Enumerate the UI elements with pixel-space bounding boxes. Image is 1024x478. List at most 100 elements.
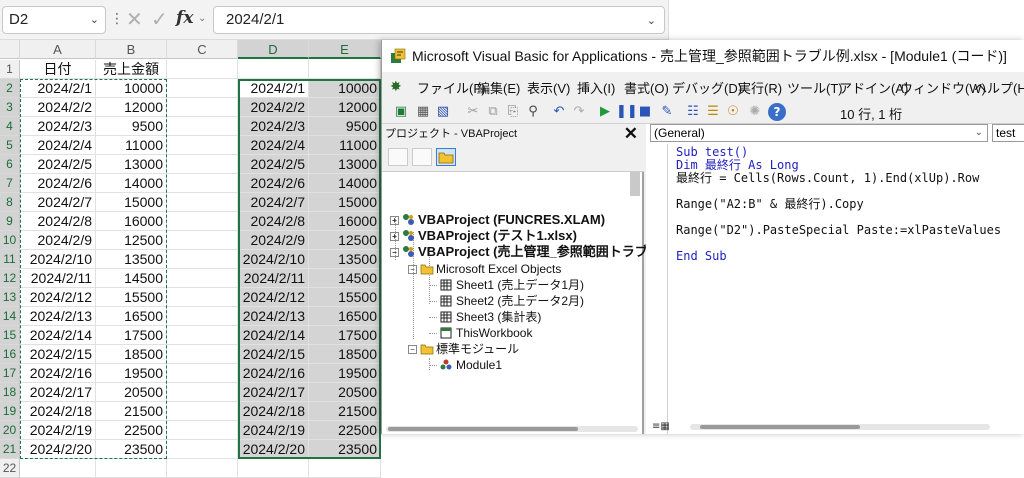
- cell-b10[interactable]: 12500: [96, 231, 167, 250]
- code-line[interactable]: Range("A2:B" & 最終行).Copy: [676, 198, 864, 211]
- row-header-4[interactable]: 4: [0, 117, 20, 136]
- collapse-icon[interactable]: −: [408, 265, 417, 274]
- cell-c1[interactable]: [167, 60, 238, 79]
- scrollbar[interactable]: [690, 424, 990, 430]
- cell-a13[interactable]: 2024/2/12: [20, 288, 96, 307]
- collapse-icon[interactable]: −: [408, 345, 417, 354]
- cell-b5[interactable]: 11000: [96, 136, 167, 155]
- row-header-1[interactable]: 1: [0, 60, 20, 79]
- cell-a16[interactable]: 2024/2/15: [20, 345, 96, 364]
- row-header-22[interactable]: 22: [0, 459, 20, 478]
- enter-icon[interactable]: ✓: [151, 7, 168, 31]
- menu-format[interactable]: 書式(O): [624, 78, 669, 97]
- cell-e1[interactable]: [309, 60, 381, 79]
- collapse-icon[interactable]: −: [390, 248, 399, 257]
- name-box[interactable]: D2 ⌄: [2, 6, 106, 34]
- tree-sheet3[interactable]: Sheet3 (集計表): [440, 309, 541, 325]
- copy-icon[interactable]: ⧉: [484, 103, 502, 121]
- tree-excel-objects[interactable]: − Microsoft Excel Objects: [408, 261, 561, 277]
- close-icon[interactable]: ✕: [624, 124, 638, 144]
- cell-c11[interactable]: [167, 250, 238, 269]
- cell-c4[interactable]: [167, 117, 238, 136]
- menu-addins[interactable]: アドイン(A): [839, 78, 908, 97]
- cell-c21[interactable]: [167, 440, 238, 459]
- row-header-7[interactable]: 7: [0, 174, 20, 193]
- cell-a1[interactable]: 日付: [20, 60, 96, 79]
- find-icon[interactable]: ⚲: [524, 103, 542, 121]
- cell-a9[interactable]: 2024/2/8: [20, 212, 96, 231]
- chevron-down-icon[interactable]: ⌄: [90, 13, 99, 26]
- formula-input[interactable]: 2024/2/1 ⌄: [213, 6, 665, 34]
- cell-a11[interactable]: 2024/2/10: [20, 250, 96, 269]
- row-header-14[interactable]: 14: [0, 307, 20, 326]
- cell-c12[interactable]: [167, 269, 238, 288]
- scroll-thumb[interactable]: [388, 427, 578, 431]
- code-line[interactable]: End Sub: [676, 250, 727, 263]
- menu-debug[interactable]: デバッグ(D): [672, 78, 742, 97]
- cell-b15[interactable]: 17500: [96, 326, 167, 345]
- cell-c17[interactable]: [167, 364, 238, 383]
- row-header-16[interactable]: 16: [0, 345, 20, 364]
- cell-c14[interactable]: [167, 307, 238, 326]
- column-header-d[interactable]: D: [238, 40, 309, 59]
- row-header-8[interactable]: 8: [0, 193, 20, 212]
- cell-a2[interactable]: 2024/2/1: [20, 79, 96, 98]
- menu-tools[interactable]: ツール(T): [787, 78, 843, 97]
- cell-b20[interactable]: 22500: [96, 421, 167, 440]
- run-icon[interactable]: ▶: [596, 103, 614, 121]
- tree-sheet1[interactable]: Sheet1 (売上データ1月): [440, 277, 584, 293]
- cell-b13[interactable]: 15500: [96, 288, 167, 307]
- cell-a12[interactable]: 2024/2/11: [20, 269, 96, 288]
- cell-a7[interactable]: 2024/2/6: [20, 174, 96, 193]
- cell-d1[interactable]: [238, 60, 309, 79]
- cell-a6[interactable]: 2024/2/5: [20, 155, 96, 174]
- reset-icon[interactable]: ■: [636, 103, 654, 121]
- toggle-folders-icon[interactable]: [436, 148, 456, 166]
- cell-b4[interactable]: 9500: [96, 117, 167, 136]
- cut-icon[interactable]: ✂: [464, 103, 482, 121]
- object-browser-icon[interactable]: ☉: [724, 103, 742, 121]
- cell-c19[interactable]: [167, 402, 238, 421]
- cell-b21[interactable]: 23500: [96, 440, 167, 459]
- cell-e22[interactable]: [309, 459, 381, 478]
- cell-b9[interactable]: 16000: [96, 212, 167, 231]
- cell-a20[interactable]: 2024/2/19: [20, 421, 96, 440]
- cell-c15[interactable]: [167, 326, 238, 345]
- code-view-buttons[interactable]: ≡▦: [652, 421, 670, 432]
- row-header-5[interactable]: 5: [0, 136, 20, 155]
- cell-b8[interactable]: 15000: [96, 193, 167, 212]
- cell-b7[interactable]: 14000: [96, 174, 167, 193]
- cell-b18[interactable]: 20500: [96, 383, 167, 402]
- expand-icon[interactable]: +: [390, 232, 399, 241]
- cell-a18[interactable]: 2024/2/17: [20, 383, 96, 402]
- chevron-down-icon[interactable]: ⌄: [975, 125, 983, 141]
- tree-project-test1[interactable]: + VBAProject (テスト1.xlsx): [390, 228, 577, 244]
- cell-b14[interactable]: 16500: [96, 307, 167, 326]
- code-line[interactable]: 最終行 = Cells(Rows.Count, 1).End(xlUp).Row: [676, 172, 979, 185]
- row-header-21[interactable]: 21: [0, 440, 20, 459]
- view-code-icon[interactable]: [388, 148, 408, 166]
- tree-project-funcres[interactable]: + VBAProject (FUNCRES.XLAM): [390, 212, 605, 228]
- insert-module-icon[interactable]: ▦: [414, 103, 432, 121]
- scrollbar[interactable]: [386, 426, 638, 432]
- insert-function-button[interactable]: fx: [176, 8, 193, 28]
- procedure-combobox[interactable]: test: [992, 124, 1024, 142]
- chevron-down-icon[interactable]: ⌄: [198, 13, 206, 24]
- cell-a5[interactable]: 2024/2/4: [20, 136, 96, 155]
- design-mode-icon[interactable]: ✎: [658, 103, 676, 121]
- row-header-13[interactable]: 13: [0, 288, 20, 307]
- cell-b16[interactable]: 18500: [96, 345, 167, 364]
- help-icon[interactable]: ?: [768, 103, 786, 121]
- menu-view[interactable]: 表示(V): [527, 78, 570, 97]
- cell-c20[interactable]: [167, 421, 238, 440]
- cell-c7[interactable]: [167, 174, 238, 193]
- scroll-thumb[interactable]: [700, 425, 860, 429]
- cell-b2[interactable]: 10000: [96, 79, 167, 98]
- cell-c6[interactable]: [167, 155, 238, 174]
- toolbox-icon[interactable]: ✺: [746, 103, 764, 121]
- cell-c2[interactable]: [167, 79, 238, 98]
- cell-a22[interactable]: [20, 459, 96, 478]
- scrollbar[interactable]: [630, 172, 640, 196]
- row-header-17[interactable]: 17: [0, 364, 20, 383]
- code-margin[interactable]: [646, 144, 668, 434]
